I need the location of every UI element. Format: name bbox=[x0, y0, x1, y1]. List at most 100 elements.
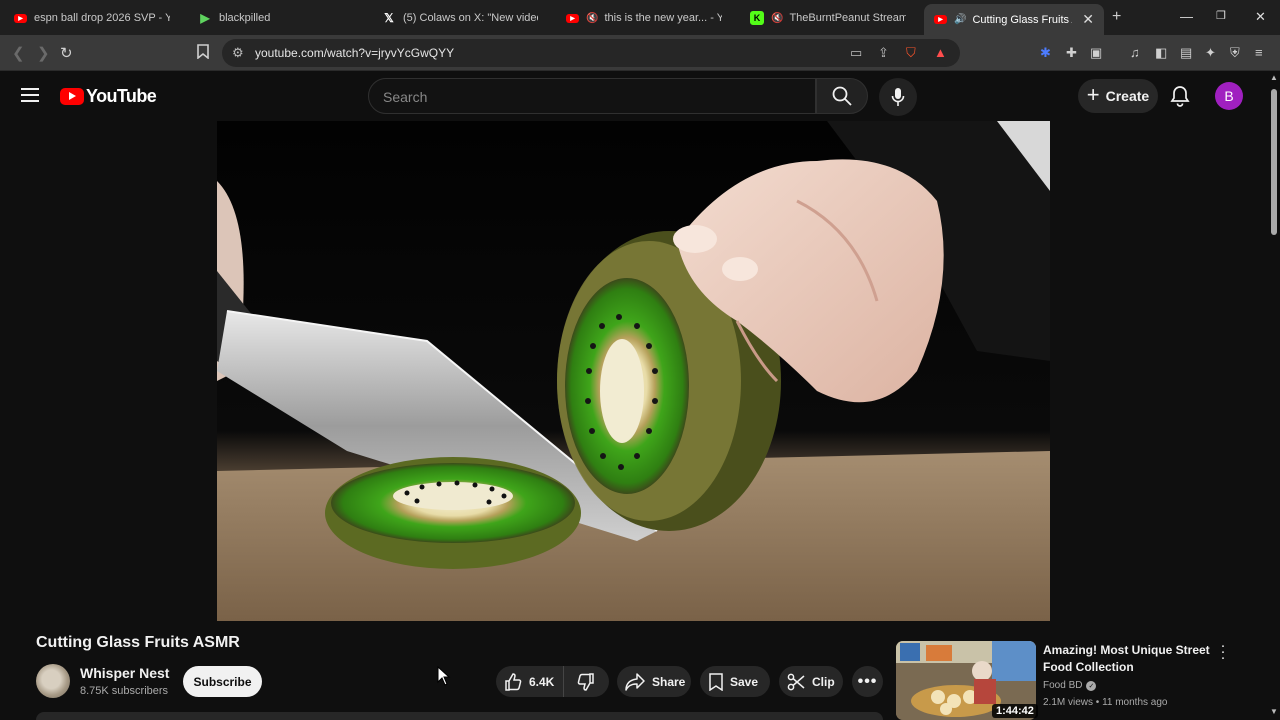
avatar-letter: B bbox=[1224, 88, 1234, 104]
channel-name[interactable]: Whisper Nest bbox=[80, 665, 169, 681]
restore-icon[interactable]: ❐ bbox=[1216, 9, 1226, 22]
vpn-icon[interactable]: ⛨ bbox=[1230, 45, 1240, 61]
video-duration: 1:44:42 bbox=[992, 704, 1038, 718]
video-frame bbox=[217, 121, 1050, 621]
video-title: Cutting Glass Fruits ASMR bbox=[36, 634, 240, 651]
extension-icon[interactable]: ✱ bbox=[1040, 45, 1051, 61]
tab-title: blackpilled bbox=[219, 12, 271, 24]
save-button[interactable]: Save bbox=[700, 666, 770, 697]
save-label: Save bbox=[730, 674, 759, 689]
youtube-play-icon bbox=[60, 88, 84, 105]
create-label: Create bbox=[1105, 88, 1150, 104]
more-actions-button[interactable]: ••• bbox=[852, 666, 883, 697]
page-scrollbar[interactable]: ▲ ▼ bbox=[1268, 71, 1280, 720]
scroll-up-icon[interactable]: ▲ bbox=[1270, 73, 1278, 82]
menu-icon[interactable]: ≡ bbox=[1255, 45, 1263, 60]
brave-rewards-icon[interactable]: ▲ bbox=[934, 45, 947, 60]
new-tab-icon[interactable]: + bbox=[1112, 8, 1121, 26]
thumbs-down-icon bbox=[577, 672, 594, 691]
video-player[interactable] bbox=[217, 121, 1050, 621]
x-icon: 𝕏 bbox=[384, 11, 394, 25]
reload-icon[interactable]: ↻ bbox=[60, 44, 73, 62]
close-window-icon[interactable]: ✕ bbox=[1255, 9, 1266, 25]
close-tab-icon[interactable]: ✕ bbox=[1082, 11, 1094, 28]
brave-shields-icon[interactable]: ⛉ bbox=[906, 45, 916, 61]
share-page-icon[interactable]: ⇪ bbox=[878, 45, 889, 61]
related-video-title[interactable]: Amazing! Most Unique Street Food Collect… bbox=[1043, 642, 1213, 676]
kick-icon: K bbox=[750, 11, 764, 25]
minimize-icon[interactable]: — bbox=[1180, 9, 1193, 24]
youtube-logo[interactable]: YouTube bbox=[60, 86, 157, 107]
microphone-icon bbox=[891, 88, 905, 106]
browser-tab[interactable]: ▶ espn ball drop 2026 SVP - YouTu bbox=[4, 4, 180, 32]
dislike-button[interactable] bbox=[564, 666, 608, 697]
browser-tab[interactable]: K 🔇 TheBurntPeanut Stream - W bbox=[740, 4, 916, 32]
like-dislike-group: 6.4K bbox=[496, 666, 609, 697]
url-text: youtube.com/watch?v=jryvYcGwQYY bbox=[255, 46, 455, 60]
tab-title: Cutting Glass Fruits ASM bbox=[972, 13, 1072, 26]
browser-tab[interactable]: ▶ 🔇 this is the new year... - YouT bbox=[556, 4, 732, 32]
muted-icon[interactable]: 🔇 bbox=[771, 13, 783, 24]
notifications-bell-icon[interactable] bbox=[1170, 85, 1190, 112]
url-bar[interactable]: ⚙ youtube.com/watch?v=jryvYcGwQYY ▭ ⇪ ⛉ … bbox=[222, 39, 960, 67]
wallet-icon[interactable]: ▤ bbox=[1180, 45, 1192, 61]
sidebar-icon[interactable]: ◧ bbox=[1155, 45, 1167, 61]
subscriber-count: 8.75K subscribers bbox=[80, 685, 169, 697]
youtube-icon: ▶ bbox=[934, 15, 947, 24]
scissors-icon bbox=[787, 673, 805, 690]
search-button[interactable] bbox=[816, 78, 868, 114]
search-input[interactable]: Search bbox=[368, 78, 816, 114]
cast-icon[interactable]: ▭ bbox=[850, 45, 862, 61]
screenshot-icon[interactable]: ▣ bbox=[1090, 45, 1102, 61]
tab-title: (5) Colaws on X: "New video on bbox=[403, 12, 538, 24]
clip-label: Clip bbox=[812, 674, 835, 689]
logo-text: YouTube bbox=[86, 86, 157, 106]
plus-icon: + bbox=[1086, 82, 1100, 107]
extensions-puzzle-icon[interactable]: ✚ bbox=[1066, 45, 1077, 61]
voice-search-button[interactable] bbox=[879, 78, 917, 116]
account-avatar[interactable]: B bbox=[1215, 82, 1243, 110]
scroll-thumb[interactable] bbox=[1271, 89, 1277, 235]
search-placeholder: Search bbox=[383, 89, 428, 105]
thumbs-up-icon bbox=[505, 672, 522, 691]
more-vertical-icon[interactable]: · · · bbox=[1216, 638, 1230, 665]
tab-title: espn ball drop 2026 SVP - YouTu bbox=[34, 12, 170, 24]
youtube-icon: ▶ bbox=[566, 13, 579, 23]
browser-tab-active[interactable]: ▶ 🔊 Cutting Glass Fruits ASM ✕ bbox=[924, 4, 1104, 35]
youtube-icon: ▶ bbox=[14, 13, 27, 23]
browser-tab-strip: ▶ espn ball drop 2026 SVP - YouTu ▶ blac… bbox=[0, 0, 1280, 35]
verified-check-icon: ✓ bbox=[1086, 680, 1097, 691]
clip-button[interactable]: Clip bbox=[779, 666, 843, 697]
bookmark-icon[interactable] bbox=[197, 44, 209, 63]
tab-title: TheBurntPeanut Stream - W bbox=[789, 12, 906, 24]
like-count: 6.4K bbox=[529, 674, 555, 689]
share-label: Share bbox=[652, 674, 686, 689]
related-channel-name: Food BD bbox=[1043, 680, 1083, 691]
description-box[interactable] bbox=[36, 712, 883, 720]
youtube-header: YouTube Search + Create B bbox=[0, 71, 1268, 121]
channel-avatar[interactable] bbox=[36, 664, 70, 698]
leo-ai-icon[interactable]: ✦ bbox=[1205, 45, 1216, 61]
related-channel[interactable]: Food BD ✓ bbox=[1043, 680, 1097, 691]
address-bar: ❮ ❯ ↻ ⚙ youtube.com/watch?v=jryvYcGwQYY … bbox=[0, 35, 1280, 71]
site-info-icon[interactable]: ⚙ bbox=[232, 45, 244, 61]
back-icon[interactable]: ❮ bbox=[12, 44, 25, 62]
play-icon: ▶ bbox=[200, 11, 210, 25]
muted-icon[interactable]: 🔇 bbox=[586, 13, 598, 24]
tab-title: this is the new year... - YouT bbox=[604, 12, 722, 24]
browser-tab[interactable]: ▶ blackpilled bbox=[188, 4, 364, 32]
scroll-down-icon[interactable]: ▼ bbox=[1270, 707, 1278, 716]
search-icon bbox=[832, 86, 852, 106]
create-button[interactable]: + Create bbox=[1078, 79, 1158, 113]
browser-tab[interactable]: 𝕏 (5) Colaws on X: "New video on bbox=[372, 4, 548, 32]
forward-icon[interactable]: ❯ bbox=[37, 44, 50, 62]
share-icon bbox=[625, 672, 645, 691]
media-icon[interactable]: ♫ bbox=[1130, 45, 1140, 60]
subscribe-button[interactable]: Subscribe bbox=[183, 666, 262, 697]
more-horizontal-icon: ••• bbox=[857, 672, 878, 690]
bookmark-save-icon bbox=[709, 672, 723, 691]
like-button[interactable]: 6.4K bbox=[496, 666, 564, 697]
audio-playing-icon[interactable]: 🔊 bbox=[954, 14, 966, 25]
guide-menu-icon[interactable] bbox=[21, 88, 39, 102]
share-button[interactable]: Share bbox=[617, 666, 691, 697]
